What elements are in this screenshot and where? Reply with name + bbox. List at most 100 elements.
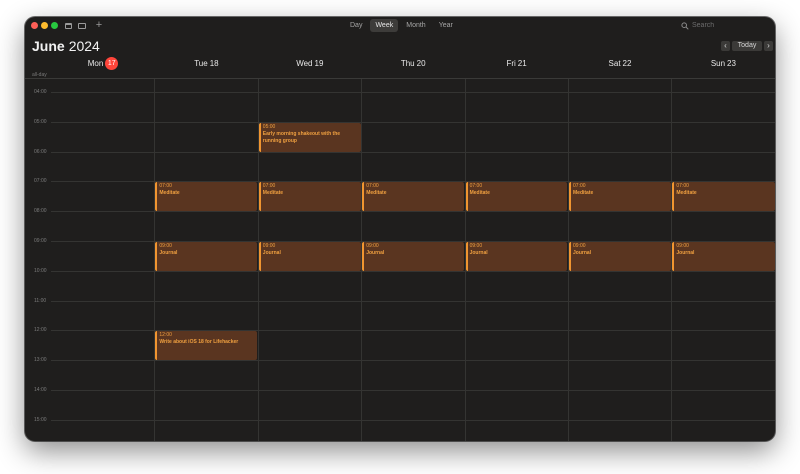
today-button[interactable]: Today bbox=[732, 41, 762, 51]
event-time: 05:00 bbox=[262, 123, 276, 130]
event-time: 07:00 bbox=[676, 183, 689, 190]
add-event-icon[interactable]: + bbox=[94, 20, 104, 31]
event-time: 09:00 bbox=[366, 243, 379, 249]
hour-line bbox=[51, 360, 775, 362]
day-headers: Mon 17 Tue 18 Wed 19 Thu 20 Fri 21 Sat 22 Sun 23 bbox=[51, 56, 775, 70]
hour-label: 06:00 bbox=[34, 148, 47, 155]
event-journal[interactable]: 09:00 Journal bbox=[465, 242, 568, 271]
event-journal[interactable]: 09:00 Journal bbox=[672, 242, 775, 271]
day-header-wed[interactable]: Wed 19 bbox=[258, 57, 362, 69]
all-day-label: all-day bbox=[32, 72, 47, 78]
event-time: 07:00 bbox=[573, 183, 586, 190]
day-header-mon[interactable]: Mon 17 bbox=[51, 56, 155, 70]
date-navigation: ‹ Today › bbox=[721, 41, 773, 51]
all-day-row[interactable]: all-day bbox=[25, 71, 775, 79]
event-title: Journal bbox=[159, 250, 178, 256]
event-title: Meditate bbox=[366, 190, 387, 197]
view-tab-year[interactable]: Year bbox=[434, 19, 458, 32]
day-header-tue[interactable]: Tue 18 bbox=[154, 57, 258, 69]
event-title: Meditate bbox=[262, 190, 284, 197]
minimize-button[interactable] bbox=[41, 22, 48, 29]
event-title: Journal bbox=[676, 250, 695, 256]
day-of-week: Wed bbox=[296, 58, 313, 68]
view-switcher: Day Week Month Year bbox=[345, 19, 458, 32]
day-number: 20 bbox=[416, 58, 426, 68]
view-tab-day[interactable]: Day bbox=[345, 19, 367, 32]
event-time: 07:00 bbox=[262, 183, 276, 190]
event-journal[interactable]: 09:00 Journal bbox=[569, 242, 671, 271]
event-title: Journal bbox=[573, 250, 592, 256]
event-time: 09:00 bbox=[676, 243, 689, 249]
day-header-sun[interactable]: Sun 23 bbox=[671, 57, 775, 69]
month-label: June bbox=[32, 38, 65, 54]
previous-week-button[interactable]: ‹ bbox=[721, 41, 730, 51]
search-input[interactable] bbox=[692, 20, 762, 31]
today-date-badge: 17 bbox=[105, 56, 119, 70]
event-title: Write about iOS 18 for Lifehacker bbox=[159, 339, 239, 346]
day-number: 18 bbox=[209, 58, 219, 68]
event-time: 09:00 bbox=[159, 243, 172, 249]
event-meditate[interactable]: 07:00 Meditate bbox=[155, 182, 258, 212]
hour-label: 11:00 bbox=[34, 297, 47, 304]
next-week-button[interactable]: › bbox=[764, 41, 773, 51]
event-journal[interactable]: 09:00 Journal bbox=[258, 242, 361, 271]
day-header-fri[interactable]: Fri 21 bbox=[465, 57, 569, 69]
day-header-sat[interactable]: Sat 22 bbox=[568, 57, 672, 69]
hour-label: 10:00 bbox=[34, 267, 47, 274]
event-write-about-ios-18-for-lifehacker[interactable]: 12:00 Write about iOS 18 for Lifehacker bbox=[155, 331, 258, 361]
day-of-week: Thu bbox=[400, 58, 415, 68]
event-title: Journal bbox=[366, 250, 385, 256]
hour-line bbox=[51, 151, 775, 153]
event-time: 09:00 bbox=[469, 243, 483, 249]
hour-label: 09:00 bbox=[34, 238, 47, 244]
event-title: Meditate bbox=[573, 190, 594, 197]
hour-line bbox=[51, 121, 775, 123]
hour-label: 15:00 bbox=[34, 416, 47, 423]
day-of-week: Fri bbox=[506, 58, 516, 68]
hour-label: 12:00 bbox=[34, 327, 47, 334]
hour-line bbox=[51, 300, 775, 302]
event-title: Meditate bbox=[159, 190, 180, 197]
hour-line bbox=[51, 419, 775, 421]
toolbar: + Day Week Month Year bbox=[25, 17, 775, 35]
zoom-button[interactable] bbox=[51, 22, 58, 29]
event-time: 09:00 bbox=[573, 243, 586, 249]
hour-line bbox=[51, 390, 775, 391]
hour-label: 13:00 bbox=[34, 357, 47, 364]
hour-label: 14:00 bbox=[34, 387, 47, 393]
calendar-window: + DayWeekMonth Year June 2024 ‹ Today › M… bbox=[25, 17, 775, 441]
view-tab-week[interactable]: Week bbox=[370, 19, 399, 32]
view-tab-month[interactable]: Month bbox=[401, 19, 430, 32]
inbox-icon[interactable] bbox=[77, 20, 86, 31]
page-title: June 2024 bbox=[32, 38, 100, 54]
year-label: 2024 bbox=[68, 38, 100, 54]
week-grid[interactable]: 04:00 05:00 06:00 07:00 08:00 09:00 10:00 11:00… bbox=[25, 79, 775, 441]
event-time: 07:00 bbox=[159, 183, 172, 190]
day-of-week: Sun bbox=[710, 58, 726, 68]
hour-label: 04:00 bbox=[34, 89, 47, 95]
day-of-week: Sat bbox=[608, 58, 621, 68]
day-of-week: Tue bbox=[194, 58, 208, 68]
day-header-thu[interactable]: Thu 20 bbox=[361, 57, 465, 69]
event-meditate[interactable]: 07:00 Meditate bbox=[465, 182, 568, 212]
day-of-week: Mon bbox=[87, 58, 104, 68]
event-time: 07:00 bbox=[469, 183, 483, 190]
event-meditate[interactable]: 07:00 Meditate bbox=[672, 182, 775, 212]
event-title: Meditate bbox=[676, 190, 697, 197]
event-meditate[interactable]: 07:00 Meditate bbox=[362, 182, 465, 212]
close-button[interactable] bbox=[31, 22, 38, 29]
day-number: 22 bbox=[622, 58, 632, 68]
calendar-list-icon[interactable] bbox=[64, 20, 72, 31]
event-journal[interactable]: 09:00 Journal bbox=[155, 242, 258, 271]
event-meditate[interactable]: 07:00 Meditate bbox=[569, 182, 671, 212]
event-title: Meditate bbox=[469, 190, 490, 197]
search-field[interactable] bbox=[681, 20, 767, 31]
search-icon bbox=[681, 21, 689, 30]
event-early-morning-shakeout-with-the-running-group[interactable]: 05:00 Early morning shakeout with the run… bbox=[258, 122, 361, 152]
hour-label: 08:00 bbox=[34, 208, 47, 215]
event-time: 09:00 bbox=[262, 243, 276, 249]
event-journal[interactable]: 09:00 Journal bbox=[362, 242, 465, 271]
event-meditate[interactable]: 07:00 Meditate bbox=[258, 182, 361, 212]
hour-label: 05:00 bbox=[34, 118, 47, 125]
day-number: 21 bbox=[517, 58, 527, 68]
